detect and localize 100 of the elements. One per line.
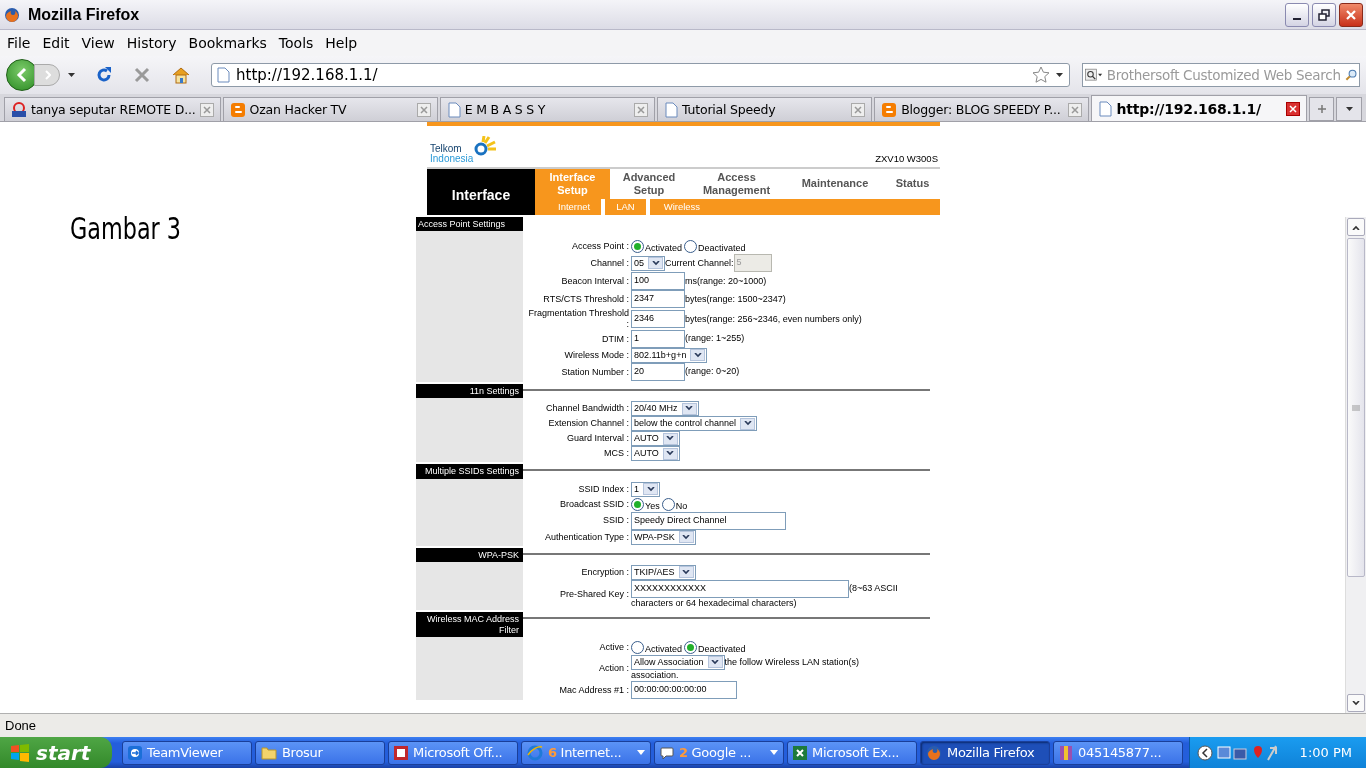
taskbar-button[interactable]: Brosur (255, 740, 385, 765)
browser-tab[interactable]: E M B A S S Y (439, 97, 655, 121)
field-label: Channel : (589, 257, 630, 269)
hint-text: bytes(range: 1500~2347) (685, 293, 786, 305)
caret-icon (68, 73, 75, 77)
taskbar-button[interactable]: 6 Internet... (521, 740, 651, 765)
dropdown[interactable]: Allow Association (631, 654, 725, 670)
dropdown[interactable]: 1 (631, 481, 660, 497)
input-field[interactable]: 1 (631, 329, 685, 348)
page-icon (216, 67, 230, 83)
close-tab-button[interactable] (1285, 101, 1300, 116)
start-button[interactable]: start (0, 737, 112, 768)
document-icon (394, 745, 408, 760)
history-dropdown[interactable] (66, 71, 77, 79)
menu-item[interactable]: File (4, 35, 40, 51)
home-icon (171, 66, 191, 84)
hint-text: (range: 1~255) (685, 333, 745, 345)
menu-item[interactable]: Bookmarks (185, 35, 276, 51)
dropdown[interactable]: 05 (631, 255, 665, 271)
minimize-button[interactable] (1285, 2, 1309, 27)
stop-icon (133, 66, 151, 84)
field-label: Pre-Shared Key : (558, 589, 630, 600)
section-header: Wireless MAC Address Filter (416, 612, 523, 637)
dropdown[interactable]: 802.11b+g+n (631, 347, 708, 363)
address-bar[interactable]: http://192.168.1.1/ (211, 63, 1070, 87)
field-label: Wireless Mode : (563, 350, 630, 361)
bookmark-star-icon[interactable] (1032, 66, 1050, 84)
radio-button[interactable]: Deactivated (684, 240, 746, 254)
taskbar-button[interactable]: TeamViewer (122, 740, 252, 765)
restore-button[interactable] (1312, 2, 1336, 27)
menu-item[interactable]: Edit (39, 35, 79, 51)
minimize-icon (1293, 17, 1301, 20)
menu-item[interactable]: Help (322, 35, 367, 51)
input-field[interactable]: Speedy Direct Channel (631, 511, 786, 530)
close-icon (1288, 104, 1297, 113)
field-label: MCS : (603, 448, 630, 460)
menu-item[interactable]: View (78, 35, 124, 51)
radio-button[interactable]: Deactivated (684, 640, 746, 654)
taskbar-button[interactable]: 045145877... (1053, 740, 1183, 765)
scroll-up-button[interactable] (1347, 218, 1365, 236)
dropdown[interactable]: below the control channel (631, 416, 758, 432)
logo-text: Telkom (430, 144, 463, 154)
browser-tab[interactable]: http://192.168.1.1/ (1091, 95, 1307, 121)
browser-tab[interactable]: tanya seputar REMOTE D... (4, 97, 221, 121)
field-label: Active : (598, 642, 630, 653)
status-text: Done (5, 718, 37, 733)
dropdown[interactable]: AUTO (631, 431, 680, 447)
scroll-thumb[interactable] (1347, 238, 1365, 577)
annotation-text: Gambar 3 (70, 210, 182, 246)
radio-button[interactable]: Activated (631, 640, 683, 654)
input-field[interactable]: 2347 (631, 290, 685, 309)
input-field[interactable]: 00:00:00:00:00:00 (631, 681, 737, 700)
field-label: DTIM : (601, 333, 630, 345)
field-label: Station Number : (560, 366, 630, 378)
browser-tab[interactable]: Ozan Hacker TV (222, 97, 438, 121)
folder-icon (261, 745, 277, 760)
radio-button[interactable]: Activated (631, 240, 683, 254)
taskbar-button[interactable]: Microsoft Off... (388, 740, 518, 765)
input-field[interactable]: XXXXXXXXXXXX (631, 579, 849, 598)
scroll-down-button[interactable] (1347, 694, 1365, 712)
dropdown[interactable]: TKIP/AES (631, 564, 696, 580)
search-engine-icon[interactable] (1085, 66, 1103, 84)
browser-tab[interactable]: Blogger: BLOG SPEEDY P... (874, 97, 1090, 121)
section-title: Interface (427, 169, 535, 215)
field-label: SSID : (602, 515, 630, 526)
field-label: Beacon Interval : (560, 275, 630, 287)
radio-button[interactable]: Yes (631, 497, 660, 511)
dropdown[interactable]: AUTO (631, 446, 680, 462)
close-icon (1345, 8, 1357, 21)
window-title: Mozilla Firefox (28, 5, 141, 24)
field-label: SSID Index : (577, 483, 630, 495)
taskbar-button[interactable]: Mozilla Firefox (920, 740, 1050, 765)
section-header: Access Point Settings (416, 217, 523, 232)
clock: 1:00 PM (1299, 745, 1352, 760)
model-name: ZXV10 W300S (875, 153, 938, 164)
group-caret-icon (637, 750, 645, 755)
field-label: Extension Channel : (547, 418, 630, 430)
input-field[interactable]: 2346 (631, 310, 685, 329)
firefox-icon (926, 744, 942, 761)
tab-list-button[interactable] (1336, 97, 1363, 121)
site-icon (11, 101, 27, 118)
page-icon (664, 101, 678, 118)
close-icon (202, 105, 211, 114)
teamviewer-icon (128, 745, 142, 760)
scrollbar[interactable] (1345, 217, 1366, 713)
taskbar-button[interactable]: 2 Google ... (654, 740, 784, 765)
close-icon (419, 105, 428, 114)
close-icon (637, 105, 645, 114)
grip-icon (1352, 404, 1360, 411)
menu-item[interactable]: History (123, 35, 186, 51)
browser-tab[interactable]: Tutorial Speedy (657, 97, 873, 121)
section-header: 11n Settings (416, 383, 523, 399)
dropdown[interactable]: 20/40 MHz (631, 401, 699, 417)
menu-item[interactable]: Tools (275, 35, 323, 51)
input-field[interactable]: 100 (631, 272, 685, 291)
field-label: RTS/CTS Threshold : (542, 293, 630, 305)
field-label: Mac Address #1 : (558, 684, 630, 696)
close-button[interactable] (1339, 2, 1363, 27)
section-header: Multiple SSIDs Settings (416, 464, 523, 479)
taskbar-button[interactable]: Microsoft Ex... (787, 740, 917, 765)
